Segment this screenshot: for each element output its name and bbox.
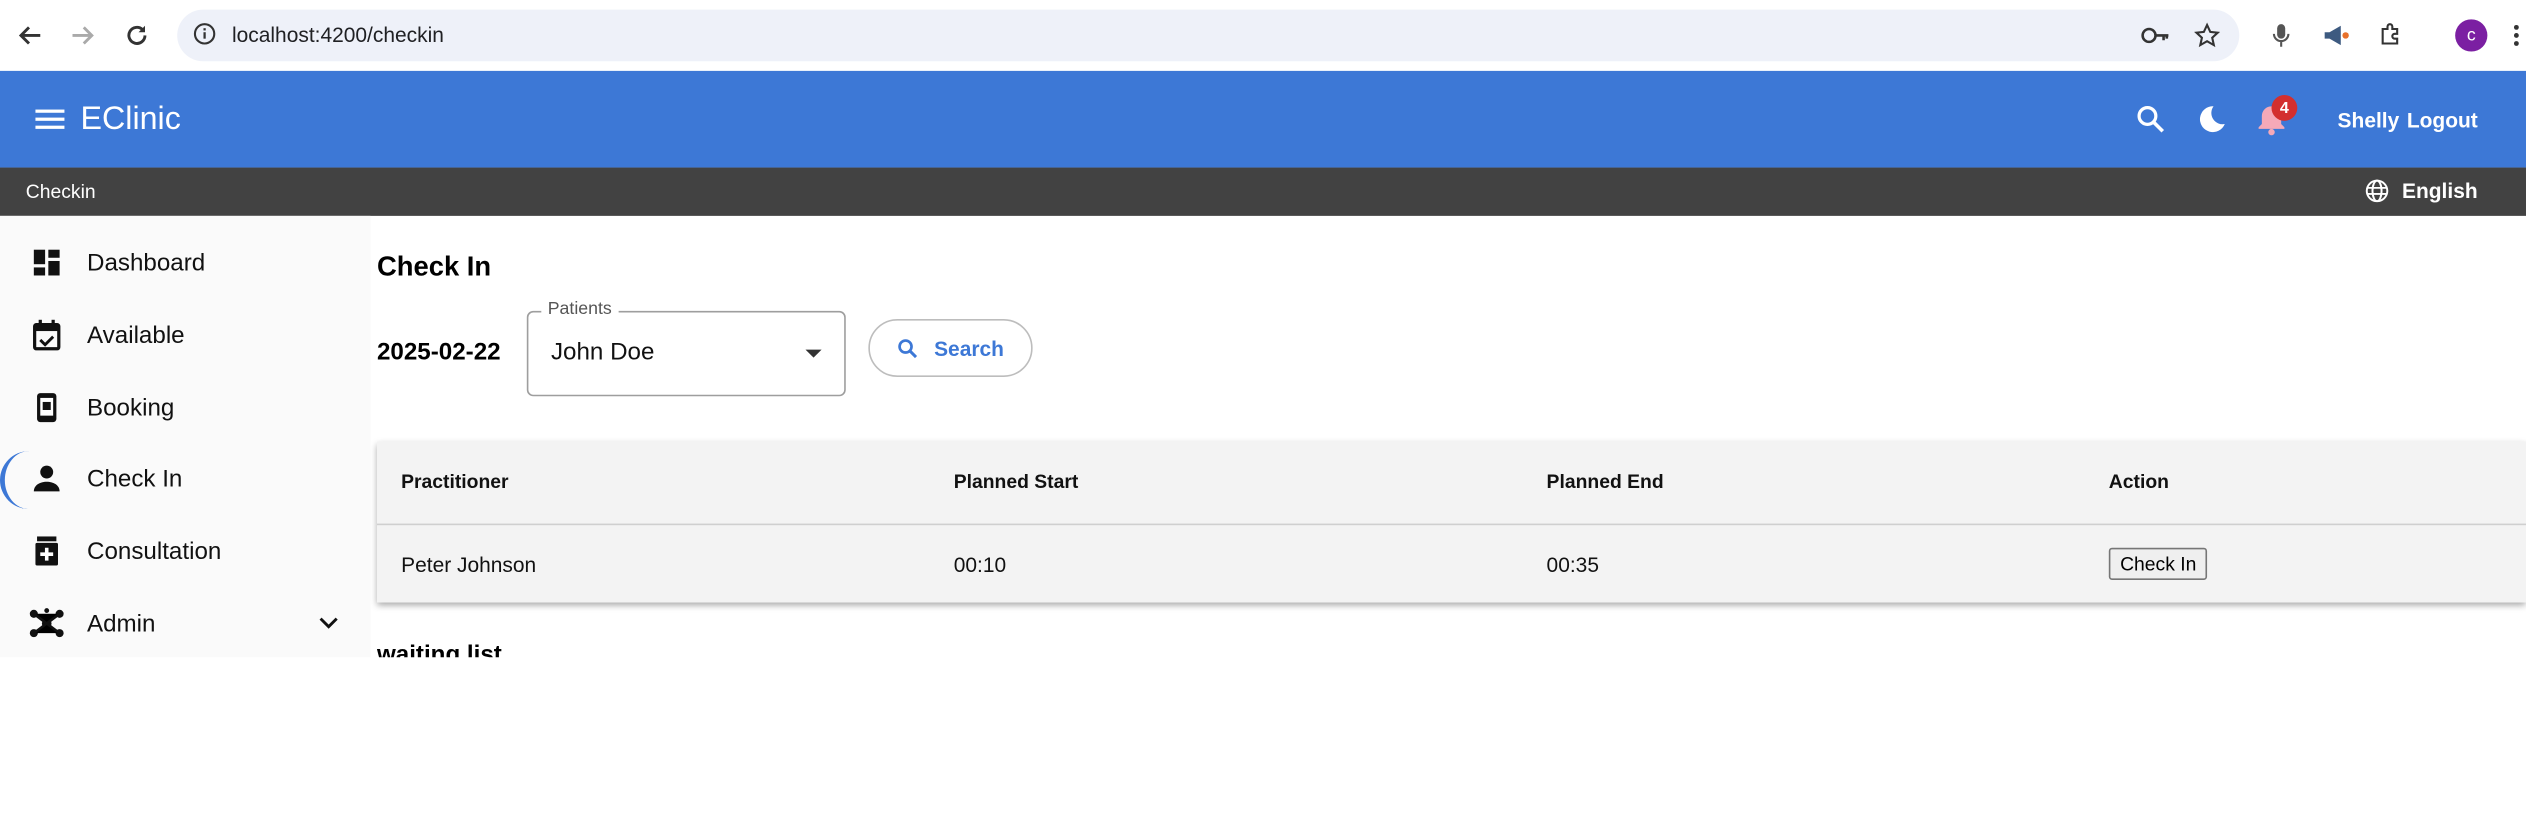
microphone-icon[interactable] [2265,19,2297,51]
page-title: Check In [376,251,492,282]
patients-select-label: Patients [541,299,619,319]
page: localhost:4200/checkin c EClinic Shelly … [0,0,2526,834]
site-info-icon[interactable] [193,23,216,54]
check-in-button[interactable]: Check In [2108,547,2208,580]
menu-icon[interactable] [32,101,67,136]
globe-icon [2365,179,2389,203]
person-icon [29,461,64,496]
table-divider [376,523,2526,526]
url-text[interactable]: localhost:4200/checkin [232,23,444,47]
sidebar-item-available[interactable]: Available [0,300,371,371]
password-key-icon[interactable] [2139,19,2171,51]
extensions-icon[interactable] [2375,19,2407,51]
search-icon[interactable] [2133,101,2168,136]
search-button[interactable]: Search [868,318,1033,377]
app-title: EClinic [80,101,181,137]
waiting-list-title: waiting list [376,641,502,658]
search-icon [897,338,917,358]
back-icon[interactable] [13,18,48,53]
column-header-planned-start: Planned Start [953,470,1079,493]
medication-icon [29,533,64,568]
waiting-list-heading: waiting list [377,641,699,657]
cell-planned-end: 00:35 [1546,552,1599,577]
sidebar: Dashboard Available Booking Check In Con… [0,215,371,659]
sidebar-item-label: Check In [86,464,183,493]
notification-badge: 4 [2271,95,2298,121]
app-toolbar: EClinic Shelly Logout [0,70,2526,168]
breadcrumb: Checkin English [0,167,2526,216]
language-selector[interactable]: English [2365,179,2478,203]
sidebar-item-check-in[interactable]: Check In [0,443,371,514]
cell-planned-start: 00:10 [953,552,1007,577]
reload-icon[interactable] [119,18,154,53]
column-header-action: Action [2108,470,2169,493]
sidebar-item-consultation[interactable]: Consultation [0,516,371,587]
sidebar-item-admin[interactable]: Admin [0,588,371,659]
user-name[interactable]: Shelly [2338,108,2400,132]
chevron-down-icon[interactable] [316,611,342,637]
language-label: English [2402,178,2478,203]
checkin-table: Practitioner Planned Start Planned End A… [376,441,2526,603]
dashboard-icon [29,245,64,280]
dark-mode-moon-icon[interactable] [2194,101,2229,136]
address-bar[interactable]: localhost:4200/checkin [177,9,2240,62]
breadcrumb-current: Checkin [25,180,96,203]
patients-select-value[interactable]: John Doe [551,338,654,365]
sidebar-item-label: Admin [86,609,156,638]
profile-avatar[interactable]: c [2455,19,2488,52]
column-header-planned-end: Planned End [1546,470,1664,493]
browser-toolbar: localhost:4200/checkin c [0,0,2526,71]
browser-menu-icon[interactable] [2507,19,2526,51]
hub-icon [29,606,64,641]
cell-practitioner: Peter Johnson [401,552,537,577]
dropdown-arrow-icon[interactable] [805,349,822,358]
megaphone-icon[interactable] [2320,19,2352,51]
bookmark-star-icon[interactable] [2191,19,2223,51]
logout-button[interactable]: Logout [2407,108,2478,132]
sidebar-item-dashboard[interactable]: Dashboard [0,227,371,298]
sidebar-item-label: Dashboard [86,248,206,277]
booking-phone-icon [29,390,64,425]
sidebar-item-label: Consultation [86,537,222,565]
sidebar-item-label: Booking [86,393,175,422]
date-label: 2025-02-22 [376,338,501,366]
sidebar-item-label: Available [86,321,185,349]
sidebar-item-booking[interactable]: Booking [0,372,371,443]
column-header-practitioner: Practitioner [401,470,509,493]
calendar-check-icon [29,317,64,352]
forward-icon[interactable] [64,18,99,53]
search-button-label: Search [934,335,1004,361]
